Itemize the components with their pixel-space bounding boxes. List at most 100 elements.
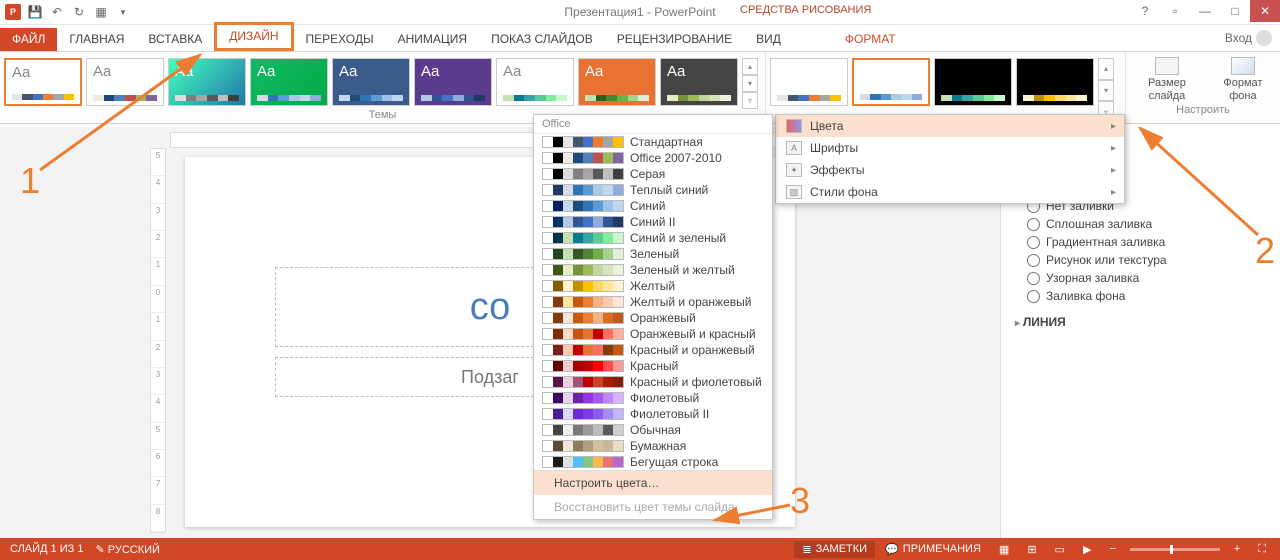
- fill-solid-label: Сплошная заливка: [1046, 217, 1152, 231]
- tab-view[interactable]: ВИД: [744, 28, 793, 51]
- flyout-effects[interactable]: ✦Эффекты▸: [776, 159, 1124, 181]
- format-bg-label: Формат фона: [1210, 77, 1276, 101]
- zoom-slider[interactable]: [1130, 548, 1220, 551]
- chevron-right-icon: ▸: [1111, 187, 1116, 198]
- theme-thumb[interactable]: Aa: [332, 58, 410, 106]
- color-scheme-item[interactable]: Фиолетовый II: [534, 406, 772, 422]
- color-scheme-item[interactable]: Серая: [534, 166, 772, 182]
- tab-home[interactable]: ГЛАВНАЯ: [57, 28, 136, 51]
- color-scheme-item[interactable]: Красный и фиолетовый: [534, 374, 772, 390]
- color-scheme-item[interactable]: Обычная: [534, 422, 772, 438]
- flyout-colors-label: Цвета: [810, 119, 843, 133]
- status-language-label: РУССКИЙ: [108, 544, 160, 556]
- sign-in[interactable]: Вход: [1225, 30, 1272, 46]
- fill-gradient-radio[interactable]: Градиентная заливка: [1013, 233, 1268, 251]
- fill-slide-bg-radio[interactable]: Заливка фона: [1013, 287, 1268, 305]
- color-scheme-label: Красный и оранжевый: [630, 343, 755, 357]
- save-icon[interactable]: 💾: [26, 3, 44, 21]
- theme-thumb[interactable]: Aa: [578, 58, 656, 106]
- color-scheme-item[interactable]: Синий II: [534, 214, 772, 230]
- color-scheme-item[interactable]: Синий и зеленый: [534, 230, 772, 246]
- fit-to-window-button[interactable]: ⛶: [1250, 541, 1274, 558]
- tab-slideshow[interactable]: ПОКАЗ СЛАЙДОВ: [479, 28, 605, 51]
- tab-review[interactable]: РЕЦЕНЗИРОВАНИЕ: [605, 28, 744, 51]
- theme-thumb[interactable]: Aa: [660, 58, 738, 106]
- view-slideshow-icon[interactable]: ▶: [1075, 541, 1099, 558]
- view-reading-icon[interactable]: ▭: [1047, 541, 1073, 558]
- tab-insert[interactable]: ВСТАВКА: [136, 28, 214, 51]
- flyout-colors[interactable]: Цвета▸: [776, 115, 1124, 137]
- notes-button[interactable]: ≣ ЗАМЕТКИ: [794, 541, 875, 558]
- theme-thumb[interactable]: Aa: [250, 58, 328, 106]
- flyout-bg-styles[interactable]: ▨Стили фона▸: [776, 181, 1124, 203]
- variant-thumb[interactable]: [1016, 58, 1094, 106]
- color-scheme-item[interactable]: Желтый и оранжевый: [534, 294, 772, 310]
- color-scheme-label: Бегущая строка: [630, 455, 718, 469]
- qat-more-icon[interactable]: ▾: [114, 3, 132, 21]
- comments-button[interactable]: 💬 ПРИМЕЧАНИЯ: [877, 541, 989, 558]
- color-scheme-item[interactable]: Зеленый и желтый: [534, 262, 772, 278]
- color-scheme-item[interactable]: Бумажная: [534, 438, 772, 454]
- variants-flyout: Цвета▸ AШрифты▸ ✦Эффекты▸ ▨Стили фона▸: [775, 114, 1125, 204]
- tab-transitions[interactable]: ПЕРЕХОДЫ: [294, 28, 386, 51]
- fill-solid-radio[interactable]: Сплошная заливка: [1013, 215, 1268, 233]
- tab-file[interactable]: ФАЙЛ: [0, 28, 57, 51]
- status-slide-counter[interactable]: СЛАЙД 1 ИЗ 1: [10, 543, 83, 555]
- reset-colors-item[interactable]: Восстановить цвет темы слайда: [534, 495, 772, 519]
- customize-colors-item[interactable]: Настроить цвета…: [534, 471, 772, 495]
- fill-picture-radio[interactable]: Рисунок или текстура: [1013, 251, 1268, 269]
- fill-pattern-radio[interactable]: Узорная заливка: [1013, 269, 1268, 287]
- redo-icon[interactable]: ↻: [70, 3, 88, 21]
- avatar-icon: [1256, 30, 1272, 46]
- color-scheme-item[interactable]: Оранжевый и красный: [534, 326, 772, 342]
- theme-thumb[interactable]: Aa: [414, 58, 492, 106]
- themes-group: AaAaAaAaAaAaAaAaAa▴▾▿ Темы: [0, 52, 765, 123]
- color-scheme-item[interactable]: Office 2007-2010: [534, 150, 772, 166]
- customize-group: Размер слайда Формат фона Настроить: [1125, 52, 1280, 123]
- help-icon[interactable]: ?: [1130, 0, 1160, 22]
- minimize-button[interactable]: —: [1190, 0, 1220, 22]
- color-scheme-item[interactable]: Красный: [534, 358, 772, 374]
- color-scheme-item[interactable]: Красный и оранжевый: [534, 342, 772, 358]
- color-scheme-item[interactable]: Бегущая строка: [534, 454, 772, 470]
- view-sorter-icon[interactable]: ⊞: [1019, 541, 1044, 558]
- themes-gallery-more[interactable]: ▴▾▿: [742, 58, 758, 109]
- zoom-out-button[interactable]: −: [1101, 541, 1123, 557]
- color-scheme-item[interactable]: Зеленый: [534, 246, 772, 262]
- theme-thumb[interactable]: Aa: [4, 58, 82, 106]
- color-scheme-item[interactable]: Оранжевый: [534, 310, 772, 326]
- close-button[interactable]: ✕: [1250, 0, 1280, 22]
- theme-thumb[interactable]: Aa: [86, 58, 164, 106]
- zoom-in-button[interactable]: +: [1226, 541, 1248, 557]
- line-section-heading[interactable]: ЛИНИЯ: [1013, 305, 1268, 331]
- ribbon-tabs: ФАЙЛ ГЛАВНАЯ ВСТАВКА ДИЗАЙН ПЕРЕХОДЫ АНИ…: [0, 25, 1280, 52]
- tab-animation[interactable]: АНИМАЦИЯ: [386, 28, 479, 51]
- variant-thumb[interactable]: [934, 58, 1012, 106]
- color-scheme-item[interactable]: Стандартная: [534, 134, 772, 150]
- color-scheme-item[interactable]: Синий: [534, 198, 772, 214]
- tab-design[interactable]: ДИЗАЙН: [214, 22, 293, 51]
- tab-format[interactable]: ФОРМАТ: [833, 28, 908, 51]
- view-normal-icon[interactable]: ▦: [991, 541, 1017, 558]
- format-background-button[interactable]: Формат фона: [1210, 57, 1276, 101]
- theme-thumb[interactable]: Aa: [168, 58, 246, 106]
- start-from-beginning-icon[interactable]: ▦: [92, 3, 110, 21]
- color-scheme-item[interactable]: Фиолетовый: [534, 390, 772, 406]
- slide-size-button[interactable]: Размер слайда: [1130, 57, 1204, 101]
- color-scheme-label: Зеленый: [630, 247, 679, 261]
- undo-icon[interactable]: ↶: [48, 3, 66, 21]
- variant-thumb[interactable]: [770, 58, 848, 106]
- maximize-button[interactable]: □: [1220, 0, 1250, 22]
- color-scheme-label: Зеленый и желтый: [630, 263, 735, 277]
- theme-thumb[interactable]: Aa: [496, 58, 574, 106]
- color-scheme-label: Office 2007-2010: [630, 151, 722, 165]
- status-language[interactable]: ✎ РУССКИЙ: [95, 543, 159, 556]
- color-scheme-label: Синий II: [630, 215, 675, 229]
- color-scheme-item[interactable]: Желтый: [534, 278, 772, 294]
- variants-group: ▴▾▿: [765, 52, 1125, 123]
- variant-thumb[interactable]: [852, 58, 930, 106]
- sign-in-label: Вход: [1225, 31, 1252, 45]
- flyout-fonts[interactable]: AШрифты▸: [776, 137, 1124, 159]
- ribbon-options-icon[interactable]: ▫: [1160, 0, 1190, 22]
- color-scheme-item[interactable]: Теплый синий: [534, 182, 772, 198]
